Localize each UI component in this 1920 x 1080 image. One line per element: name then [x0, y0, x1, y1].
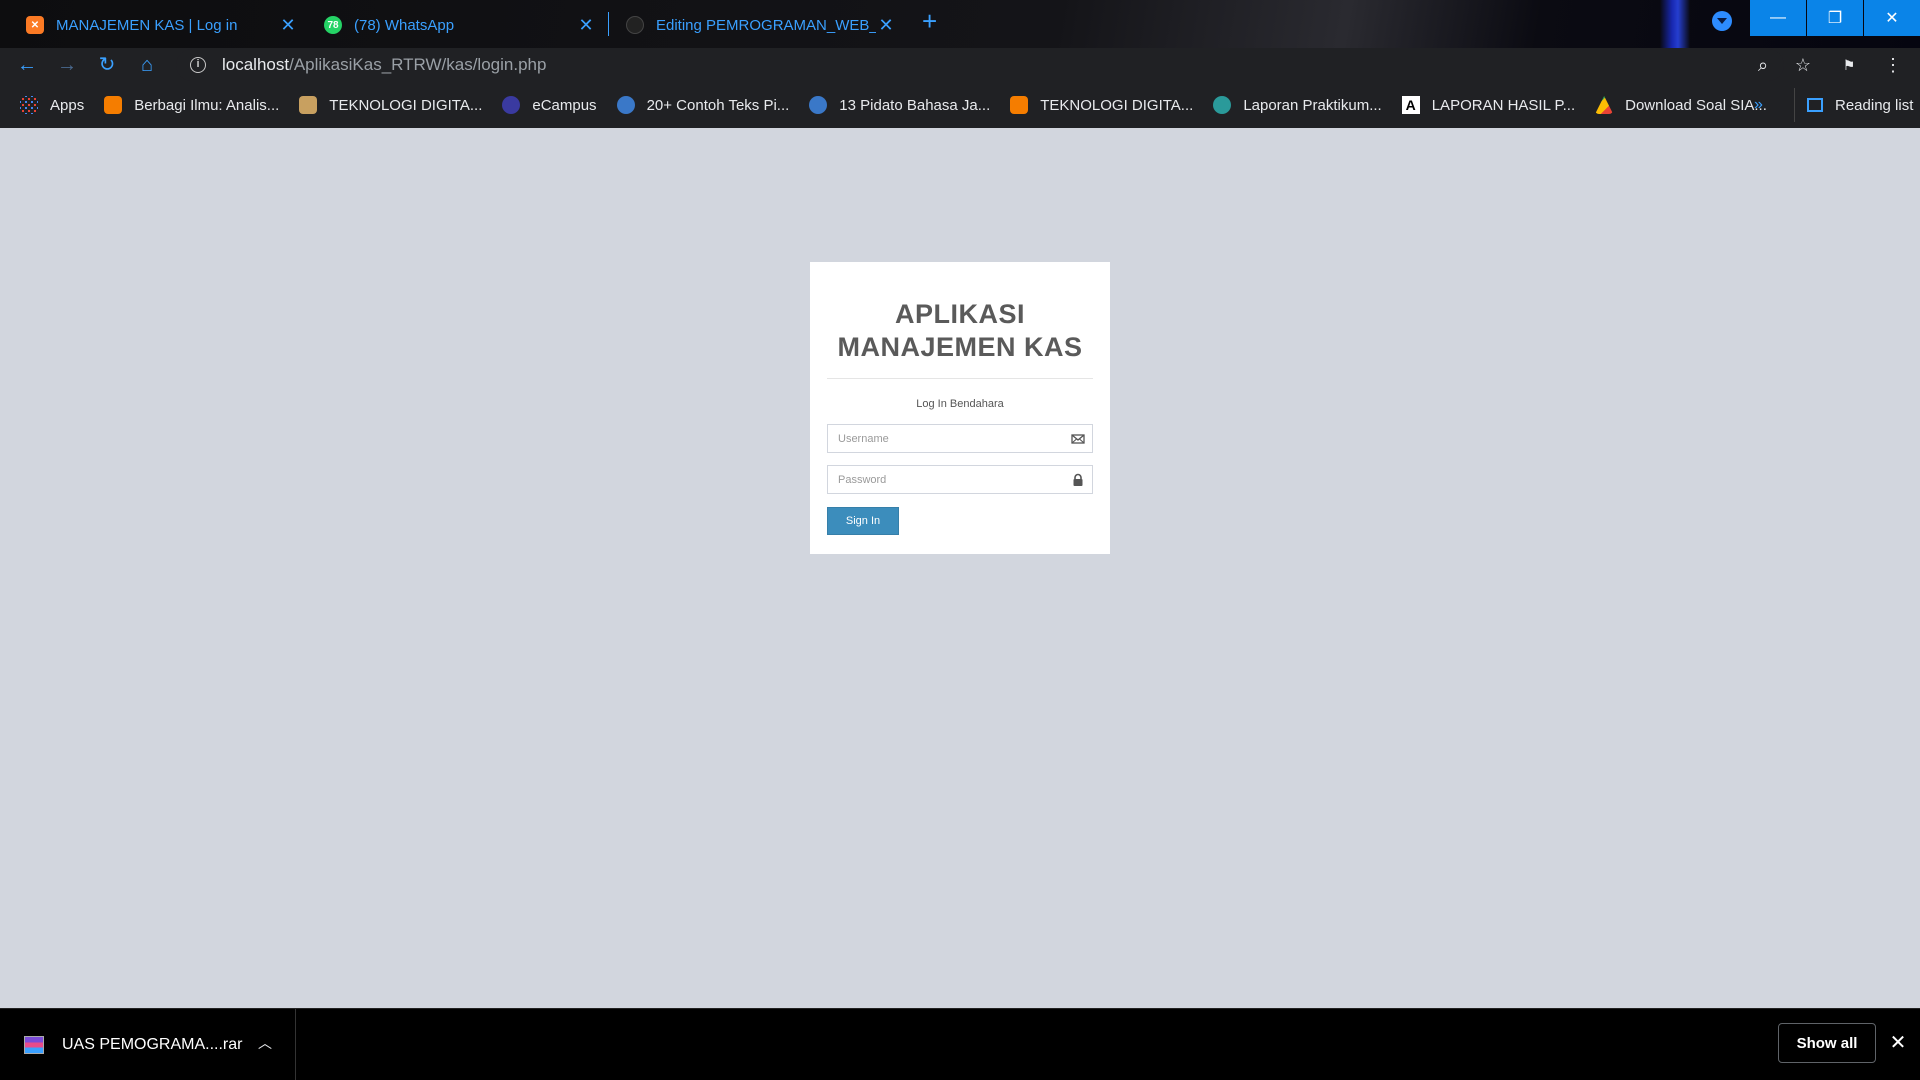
tab-whatsapp[interactable]: 78 (78) WhatsApp ✕ — [324, 6, 596, 44]
bookmark-label: Download Soal SIA... — [1625, 96, 1767, 114]
bookmark-label: Laporan Praktikum... — [1243, 96, 1382, 114]
password-input[interactable] — [828, 466, 1092, 493]
tab-title: (78) WhatsApp — [354, 16, 455, 34]
close-tab-icon[interactable]: ✕ — [278, 15, 298, 35]
globe-icon — [809, 96, 828, 114]
tab-separator — [608, 12, 609, 36]
chevron-up-icon[interactable]: ︿ — [258, 1033, 272, 1053]
bookmark-label: TEKNOLOGI DIGITA... — [329, 96, 483, 114]
extension-icon[interactable]: ⚑ — [1836, 52, 1862, 78]
reload-icon[interactable]: ↻ — [94, 52, 120, 78]
bookmark-laporan-praktikum[interactable]: Laporan Praktikum... — [1213, 90, 1382, 120]
bookmark-contoh-teks[interactable]: 20+ Contoh Teks Pi... — [616, 90, 790, 120]
bookmark-label: Apps — [50, 96, 85, 114]
bookmark-label: eCampus — [532, 96, 597, 114]
close-tab-icon[interactable]: ✕ — [576, 15, 596, 35]
download-shelf: UAS PEMOGRAMA....rar ︿ Show all ✕ — [0, 1008, 1920, 1080]
bookmark-label: TEKNOLOGI DIGITA... — [1040, 96, 1194, 114]
blogger-icon — [1010, 96, 1029, 114]
github-icon — [626, 16, 644, 34]
download-item[interactable]: UAS PEMOGRAMA....rar ︿ — [0, 1009, 296, 1080]
profile-menu-icon[interactable] — [1712, 11, 1732, 31]
login-box: APLIKASI MANAJEMEN KAS Log In Bendahara … — [810, 262, 1110, 554]
bookmark-download-soal[interactable]: Download Soal SIA... — [1595, 90, 1767, 120]
site-icon — [1213, 96, 1232, 114]
reading-list-icon — [1807, 98, 1823, 112]
username-input[interactable] — [828, 425, 1092, 452]
blogger-icon — [104, 96, 123, 114]
title-divider — [827, 378, 1093, 379]
close-tab-icon[interactable]: ✕ — [876, 15, 896, 35]
bookmark-label: LAPORAN HASIL P... — [1431, 96, 1576, 114]
title-line-1: APLIKASI — [894, 299, 1025, 329]
more-bookmarks-icon[interactable]: » — [1754, 96, 1763, 114]
bookmark-teknologi-digital[interactable]: TEKNOLOGI DIGITA... — [299, 90, 482, 120]
login-box-message: Log In Bendahara — [916, 398, 1004, 410]
bookmark-star-icon[interactable]: ☆ — [1790, 52, 1816, 78]
home-icon[interactable]: ⌂ — [134, 52, 160, 78]
bookmark-label: 13 Pidato Bahasa Ja... — [839, 96, 991, 114]
sign-in-button[interactable]: Sign In — [827, 507, 899, 535]
address-bar[interactable]: i localhost/AplikasiKas_RTRW/kas/login.p… — [176, 49, 1784, 81]
envelope-icon — [1071, 434, 1085, 444]
bookmark-laporan-hasil[interactable]: A LAPORAN HASIL P... — [1401, 90, 1576, 120]
browser-toolbar: ← → ↻ ⌂ i localhost/AplikasiKas_RTRW/kas… — [0, 48, 1920, 82]
title-line-2: MANAJEMEN KAS — [837, 332, 1083, 362]
back-arrow-icon[interactable]: ← — [14, 52, 40, 78]
bookmark-pidato[interactable]: 13 Pidato Bahasa Ja... — [809, 90, 990, 120]
tab-title: Editing PEMROGRAMAN_WEB_U — [656, 16, 876, 34]
close-shelf-icon[interactable]: ✕ — [1886, 1031, 1910, 1055]
username-field — [827, 424, 1093, 453]
tab-manajemen-kas[interactable]: ✕ MANAJEMEN KAS | Log in ✕ — [26, 6, 298, 44]
restore-window-icon[interactable]: ❐ — [1807, 0, 1863, 36]
bookmark-teknologi-digital-2[interactable]: TEKNOLOGI DIGITA... — [1010, 90, 1193, 120]
bookmark-label: Berbagi Ilmu: Analis... — [134, 96, 280, 114]
tab-editing-github[interactable]: Editing PEMROGRAMAN_WEB_U ✕ — [626, 6, 896, 44]
apps-grid-icon — [20, 96, 38, 114]
site-icon — [299, 96, 318, 114]
download-file-name: UAS PEMOGRAMA....rar — [62, 1036, 243, 1053]
bookmark-berbagi-ilmu[interactable]: Berbagi Ilmu: Analis... — [104, 90, 279, 120]
password-field — [827, 465, 1093, 494]
url-text[interactable]: localhost/AplikasiKas_RTRW/kas/login.php — [222, 55, 546, 75]
close-window-icon[interactable]: ✕ — [1864, 0, 1920, 36]
bookmark-apps[interactable]: Apps — [20, 90, 84, 120]
browser-tab-strip: ✕ MANAJEMEN KAS | Log in ✕ 78 (78) Whats… — [0, 0, 1920, 48]
forward-arrow-icon[interactable]: → — [54, 52, 80, 78]
globe-icon — [616, 96, 635, 114]
zoom-icon[interactable]: ⌕ — [1750, 52, 1776, 78]
reading-list-label: Reading list — [1835, 96, 1914, 114]
ecampus-icon — [502, 96, 521, 114]
bookmark-ecampus[interactable]: eCampus — [502, 90, 597, 120]
reading-list-button[interactable]: Reading list — [1794, 88, 1913, 122]
lock-icon — [1073, 473, 1083, 486]
tab-title: MANAJEMEN KAS | Log in — [56, 16, 238, 34]
site-info-icon[interactable]: i — [190, 57, 206, 73]
winrar-archive-icon — [24, 1036, 44, 1054]
whatsapp-icon: 78 — [324, 16, 342, 34]
minimize-window-icon[interactable]: — — [1750, 0, 1806, 36]
login-title: APLIKASI MANAJEMEN KAS — [827, 298, 1093, 364]
page-viewport: APLIKASI MANAJEMEN KAS Log In Bendahara … — [0, 128, 1920, 1008]
drive-icon — [1595, 96, 1614, 114]
new-tab-icon[interactable]: + — [922, 8, 937, 34]
bookmarks-bar: Apps Berbagi Ilmu: Analis... TEKNOLOGI D… — [0, 82, 1920, 128]
browser-menu-icon[interactable]: ⋮ — [1880, 52, 1906, 78]
bookmark-label: 20+ Contoh Teks Pi... — [646, 96, 790, 114]
letter-a-icon: A — [1401, 96, 1420, 114]
show-all-downloads-button[interactable]: Show all — [1778, 1023, 1876, 1063]
xampp-icon: ✕ — [26, 16, 44, 34]
